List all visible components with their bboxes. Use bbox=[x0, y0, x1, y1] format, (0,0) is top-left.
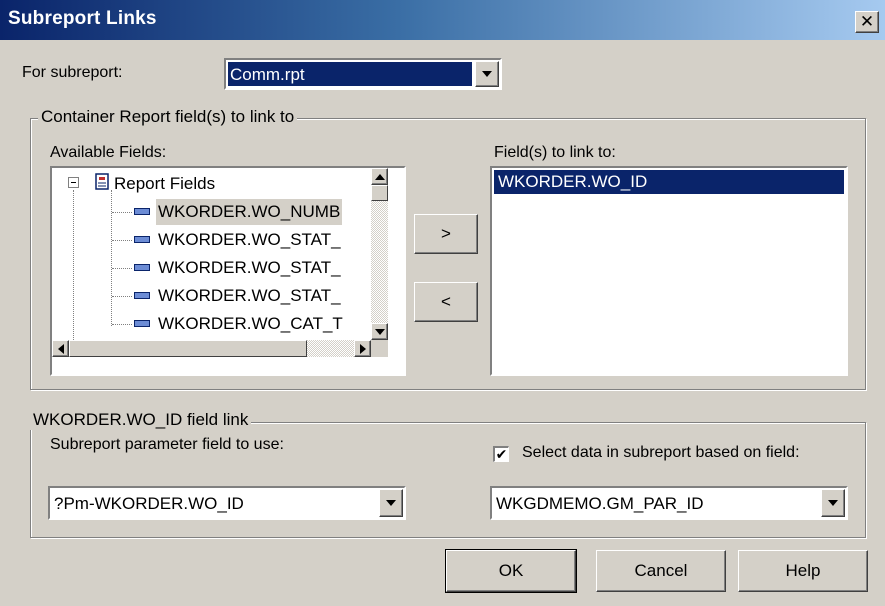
linked-fields-list[interactable]: WKORDER.WO_ID bbox=[490, 166, 848, 376]
available-field-label: WKORDER.WO_STAT_ bbox=[158, 230, 341, 249]
field-link-legend: WKORDER.WO_ID field link bbox=[30, 410, 252, 430]
vertical-scroll-thumb[interactable] bbox=[371, 185, 388, 201]
subreport-field-select[interactable]: WKGDMEMO.GM_PAR_ID bbox=[490, 486, 848, 520]
select-data-checkbox[interactable]: ✔ bbox=[493, 446, 509, 462]
window-title: Subreport Links bbox=[8, 8, 157, 29]
chevron-down-icon bbox=[482, 71, 492, 77]
database-field-icon bbox=[134, 236, 150, 243]
help-button[interactable]: Help bbox=[738, 550, 868, 592]
tree-branch-line bbox=[112, 240, 132, 241]
database-field-icon bbox=[134, 320, 150, 327]
select-data-label: Select data in subreport based on field: bbox=[522, 444, 800, 461]
ok-button[interactable]: OK bbox=[445, 549, 577, 593]
subreport-select-dropdown-button[interactable] bbox=[475, 61, 499, 87]
arrow-left-icon bbox=[57, 343, 64, 354]
tree-branch-line bbox=[112, 296, 132, 297]
parameter-field-value: ?Pm-WKORDER.WO_ID bbox=[54, 494, 244, 513]
remove-field-button[interactable]: < bbox=[414, 282, 478, 322]
database-field-icon bbox=[134, 292, 150, 299]
subreport-label: For subreport: bbox=[22, 64, 123, 81]
parameter-field-label: Subreport parameter field to use: bbox=[50, 436, 284, 453]
scroll-up-button[interactable] bbox=[371, 168, 388, 185]
add-field-button[interactable]: > bbox=[414, 214, 478, 254]
tree-branch-line bbox=[112, 268, 132, 269]
tree-root-report-fields[interactable]: Report Fields bbox=[114, 172, 215, 196]
tree-branch-line bbox=[112, 212, 132, 213]
cancel-button[interactable]: Cancel bbox=[596, 550, 726, 592]
close-button[interactable]: ✕ bbox=[855, 11, 879, 33]
linked-fields-label: Field(s) to link to: bbox=[494, 144, 616, 161]
tree-guide-line bbox=[73, 190, 74, 340]
close-icon: ✕ bbox=[859, 12, 875, 31]
subreport-field-dropdown-button[interactable] bbox=[821, 489, 845, 517]
scrollbar-corner bbox=[371, 340, 388, 357]
horizontal-scroll-thumb[interactable] bbox=[69, 340, 307, 357]
parameter-field-dropdown-button[interactable] bbox=[379, 489, 403, 517]
subreport-select-value: Comm.rpt bbox=[228, 62, 472, 86]
chevron-down-icon bbox=[828, 500, 838, 506]
database-field-icon bbox=[134, 264, 150, 271]
tree-guide-line bbox=[111, 190, 112, 326]
available-fields-label: Available Fields: bbox=[50, 144, 167, 161]
available-field-label: WKORDER.WO_STAT_ bbox=[158, 286, 341, 305]
checkmark-icon: ✔ bbox=[495, 446, 508, 462]
subreport-select[interactable]: Comm.rpt bbox=[224, 58, 502, 90]
available-field-label: WKORDER.WO_NUMB bbox=[156, 199, 343, 225]
parameter-field-select[interactable]: ?Pm-WKORDER.WO_ID bbox=[48, 486, 406, 520]
chevron-down-icon bbox=[386, 500, 396, 506]
tree-branch-line bbox=[112, 324, 132, 325]
scroll-left-button[interactable] bbox=[52, 340, 69, 357]
report-fields-icon bbox=[95, 173, 109, 190]
available-field-label: WKORDER.WO_STAT_ bbox=[158, 258, 341, 277]
available-field-label: WKORDER.WO_CAT_T bbox=[158, 314, 343, 333]
scroll-right-button[interactable] bbox=[354, 340, 371, 357]
container-report-legend: Container Report field(s) to link to bbox=[38, 107, 298, 127]
title-bar: Subreport Links ✕ bbox=[0, 0, 885, 40]
arrow-up-icon bbox=[374, 173, 385, 180]
linked-field-item[interactable]: WKORDER.WO_ID bbox=[494, 170, 844, 194]
subreport-field-value: WKGDMEMO.GM_PAR_ID bbox=[496, 494, 704, 513]
database-field-icon bbox=[134, 208, 150, 215]
arrow-right-icon bbox=[359, 343, 366, 354]
scroll-down-button[interactable] bbox=[371, 323, 388, 340]
arrow-down-icon bbox=[374, 328, 385, 335]
collapse-icon[interactable] bbox=[68, 177, 79, 188]
available-fields-tree[interactable]: Report Fields WKORDER.WO_NUMB WKORDER.WO… bbox=[50, 166, 406, 376]
